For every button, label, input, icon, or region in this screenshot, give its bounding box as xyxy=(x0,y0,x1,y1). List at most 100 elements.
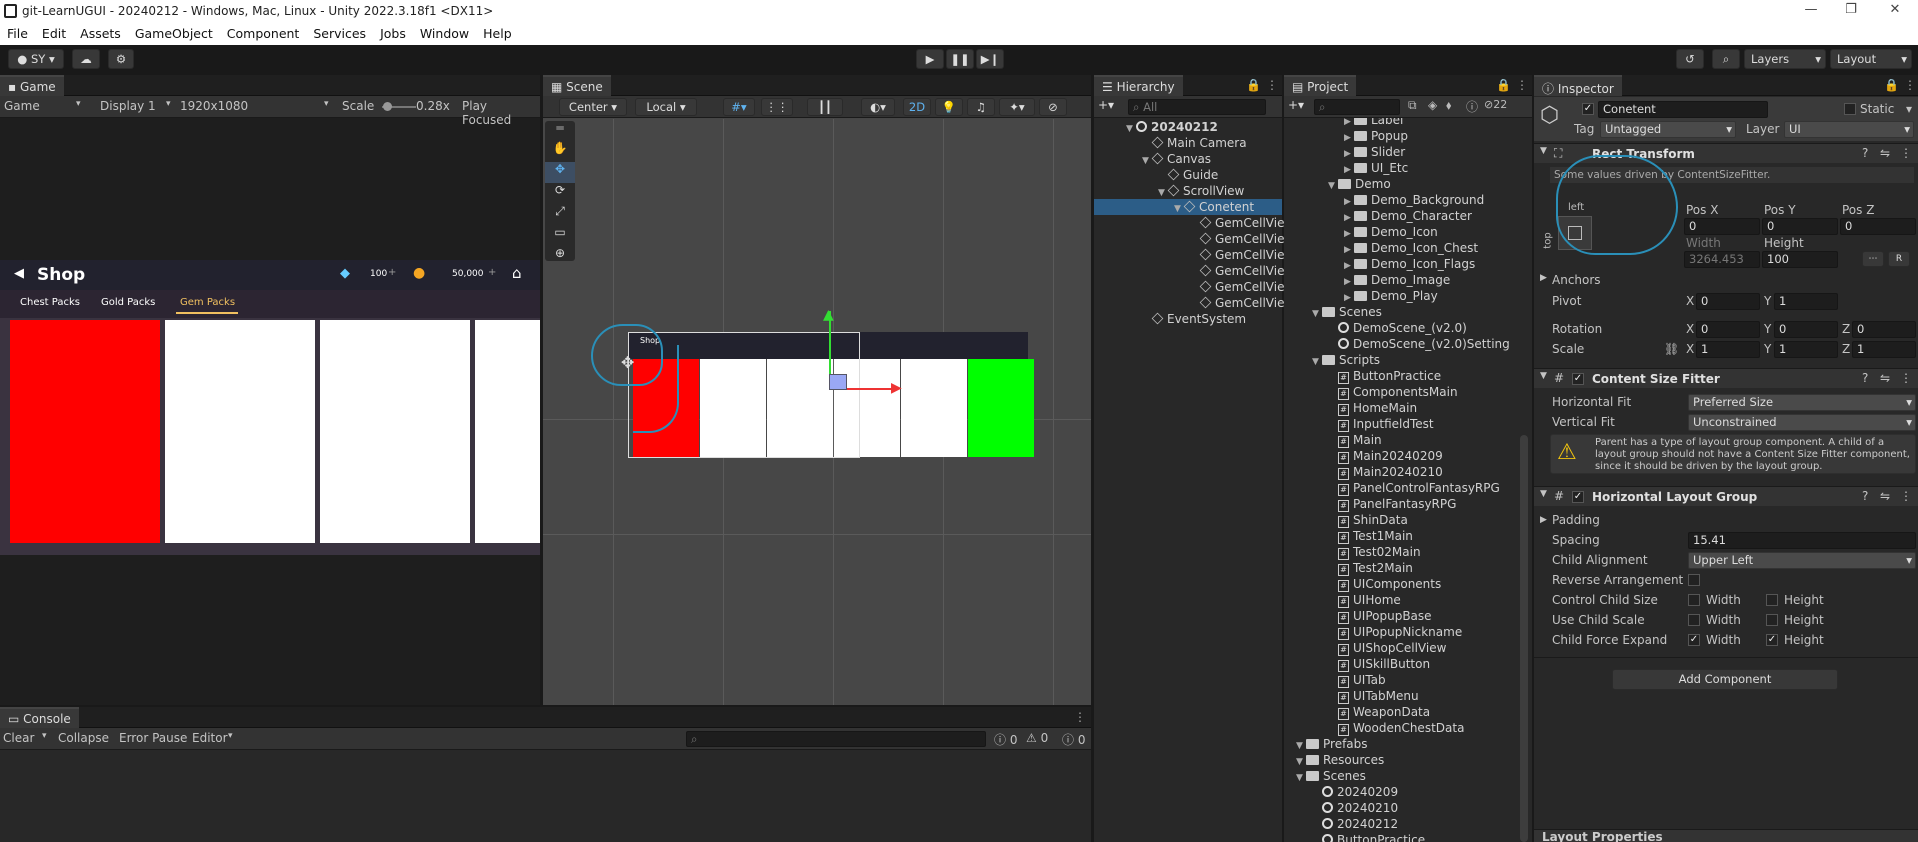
visibility-icon[interactable]: ⊘ xyxy=(1039,98,1067,116)
project-item[interactable]: # UIHome xyxy=(1284,592,1532,608)
anchors-foldout[interactable]: Anchors xyxy=(1552,273,1601,287)
x-arrow-icon[interactable]: ▶ xyxy=(891,380,902,396)
help-icon[interactable]: ? xyxy=(1862,371,1868,385)
reverse-checkbox[interactable] xyxy=(1688,574,1700,586)
project-item[interactable]: # UIPopupBase xyxy=(1284,608,1532,624)
filter-type-icon[interactable]: ⧉ xyxy=(1408,98,1417,113)
space-dropdown[interactable]: Local ▾ xyxy=(635,98,697,116)
home-icon[interactable]: ⌂ xyxy=(512,264,522,282)
tag-dropdown[interactable]: Untagged ▾ xyxy=(1600,121,1736,138)
lock-icon[interactable]: 🔒 xyxy=(1246,78,1261,92)
hierarchy-item[interactable]: GemCellVie xyxy=(1094,247,1284,263)
scale-y-input[interactable]: 1 xyxy=(1774,341,1838,358)
project-item[interactable]: ▶ Demo_Play xyxy=(1284,288,1532,304)
link-icon[interactable]: ⛓ xyxy=(1664,342,1679,356)
tag-icon[interactable]: ⬧ xyxy=(1446,98,1451,113)
more-icon[interactable]: ⋮ xyxy=(1904,78,1916,92)
project-item[interactable]: ▼ Scenes xyxy=(1284,768,1532,784)
shading-icon[interactable]: ◐▾ xyxy=(861,98,895,116)
scale-x-input[interactable]: 1 xyxy=(1696,341,1760,358)
preset-icon[interactable]: ⇋ xyxy=(1880,146,1890,160)
chevron-icon[interactable]: ▼ xyxy=(1126,121,1136,137)
hierarchy-item[interactable]: ▼ 20240212 xyxy=(1094,119,1282,135)
add-icon[interactable]: +▾ xyxy=(1288,98,1304,112)
close-button[interactable]: ✕ xyxy=(1880,2,1910,17)
increment-icon[interactable]: ┃┃ xyxy=(807,98,843,116)
project-item[interactable]: # InputfieldTest xyxy=(1284,416,1532,432)
scale-height-checkbox[interactable] xyxy=(1766,614,1778,626)
project-item[interactable]: # UISkillButton xyxy=(1284,656,1532,672)
effects-icon[interactable]: ✦▾ xyxy=(999,98,1035,116)
filter-label-icon[interactable]: ◈ xyxy=(1428,98,1437,112)
tab-game[interactable]: ▪ Game xyxy=(0,75,64,96)
hlg-enabled-checkbox[interactable]: ✓ xyxy=(1572,491,1584,503)
move-tool-icon[interactable]: ✥ xyxy=(545,162,575,183)
project-item[interactable]: ▶ Popup xyxy=(1284,128,1532,144)
project-item[interactable]: DemoScene_(v2.0) xyxy=(1284,320,1532,336)
menu-file[interactable]: File xyxy=(0,23,35,41)
more-icon[interactable]: ⋮ xyxy=(1516,78,1528,92)
more-icon[interactable]: ⋮ xyxy=(1266,78,1278,92)
play-icon[interactable]: ▶ xyxy=(916,49,944,69)
menu-edit[interactable]: Edit xyxy=(35,23,73,41)
project-item[interactable]: # ComponentsMain xyxy=(1284,384,1532,400)
project-item[interactable]: ButtonPractice xyxy=(1284,832,1532,842)
account-dropdown[interactable]: ● SY ▾ xyxy=(8,49,64,69)
active-checkbox[interactable]: ✓ xyxy=(1582,103,1594,115)
layers-dropdown[interactable]: Layers ▾ xyxy=(1744,49,1826,69)
menu-help[interactable]: Help xyxy=(476,23,519,41)
project-item[interactable]: ▶ Demo_Image xyxy=(1284,272,1532,288)
settings-icon[interactable]: ⚙ xyxy=(108,49,134,69)
menu-jobs[interactable]: Jobs xyxy=(373,23,413,41)
hierarchy-item[interactable]: GemCellVie xyxy=(1094,263,1284,279)
chevron-icon[interactable]: ▼ xyxy=(1296,770,1306,786)
project-item[interactable]: DemoScene_(v2.0)Setting xyxy=(1284,336,1532,352)
hierarchy-item[interactable]: Main Camera xyxy=(1094,135,1282,151)
chevron-icon[interactable]: ▼ xyxy=(1312,306,1322,322)
help-icon[interactable]: ? xyxy=(1862,146,1868,160)
project-item[interactable]: # Test2Main xyxy=(1284,560,1532,576)
editor-dropdown[interactable]: Editor xyxy=(192,731,228,745)
tab-gold-packs[interactable]: Gold Packs xyxy=(101,297,155,308)
lock-icon[interactable]: 🔒 xyxy=(1884,78,1899,92)
project-item[interactable]: ▼ Scenes xyxy=(1284,304,1532,320)
project-item[interactable]: 20240212 xyxy=(1284,816,1532,832)
shop-cell[interactable] xyxy=(475,320,540,543)
hierarchy-item[interactable]: ▼ Conetent xyxy=(1094,199,1282,215)
collapse-button[interactable]: Collapse xyxy=(58,731,109,745)
add-component-button[interactable]: Add Component xyxy=(1612,669,1838,690)
xy-plane-handle[interactable] xyxy=(829,374,847,390)
layout-dropdown[interactable]: Layout ▾ xyxy=(1830,49,1912,69)
transform-tool-icon[interactable]: ⊕ xyxy=(545,246,575,267)
hierarchy-item[interactable]: ▼ ScrollView xyxy=(1094,183,1282,199)
raw-edit-icon[interactable]: R xyxy=(1888,251,1910,267)
hierarchy-item[interactable]: EventSystem xyxy=(1094,311,1282,327)
minimize-button[interactable]: — xyxy=(1796,2,1826,17)
tab-console[interactable]: ▭ Console xyxy=(0,707,79,728)
project-item[interactable]: # WeaponData xyxy=(1284,704,1532,720)
hierarchy-item[interactable]: GemCellVie xyxy=(1094,295,1284,311)
hand-tool-icon[interactable]: ✋ xyxy=(545,141,575,162)
lock-icon[interactable]: 🔒 xyxy=(1496,78,1511,92)
more-icon[interactable]: ⋮ xyxy=(1074,710,1086,724)
y-arrow-icon[interactable]: ▲ xyxy=(823,307,834,323)
menu-services[interactable]: Services xyxy=(306,23,373,41)
info-icon[interactable]: ⓘ xyxy=(1466,98,1478,115)
layout-properties-bar[interactable]: Layout Properties xyxy=(1534,829,1918,842)
project-item[interactable]: 20240209 xyxy=(1284,784,1532,800)
project-item[interactable]: ▶ Demo_Character xyxy=(1284,208,1532,224)
csf-enabled-checkbox[interactable]: ✓ xyxy=(1572,373,1584,385)
mode-2d-button[interactable]: 2D xyxy=(903,98,931,116)
preset-icon[interactable]: ⇋ xyxy=(1880,489,1890,503)
project-item[interactable]: # HomeMain xyxy=(1284,400,1532,416)
chevron-icon[interactable]: ▼ xyxy=(1312,354,1322,370)
rotate-tool-icon[interactable]: ⟳ xyxy=(545,183,575,204)
project-item[interactable]: # Test1Main xyxy=(1284,528,1532,544)
project-item[interactable]: ▶ Demo_Icon xyxy=(1284,224,1532,240)
vfit-dropdown[interactable]: Unconstrained ▾ xyxy=(1688,414,1916,431)
control-height-checkbox[interactable] xyxy=(1766,594,1778,606)
project-item[interactable]: 20240210 xyxy=(1284,800,1532,816)
scale-z-input[interactable]: 1 xyxy=(1852,341,1916,358)
hidden-count[interactable]: ⊘22 xyxy=(1484,98,1507,111)
shop-cell[interactable] xyxy=(165,320,315,543)
